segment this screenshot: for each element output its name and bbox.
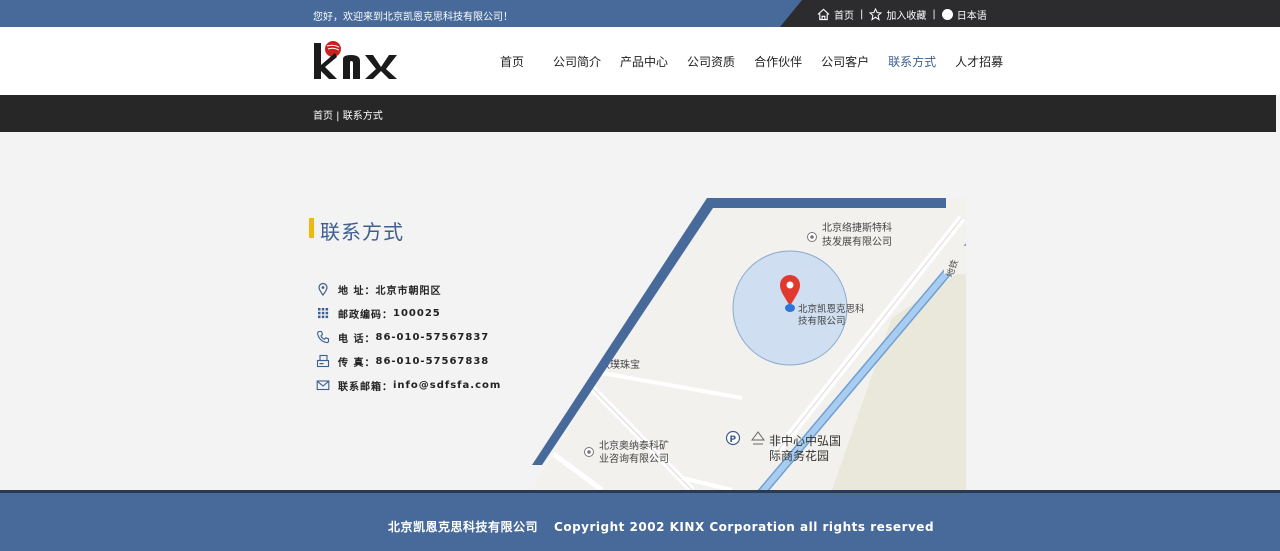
nav-home[interactable]: 首页 [500, 53, 524, 70]
address-value: 北京市朝阳区 [375, 285, 442, 297]
top-link-home[interactable]: 首页 [834, 7, 854, 22]
nav-products[interactable]: 产品中心 [620, 53, 668, 70]
footer-company: 北京凯恩克思科技有限公司 [388, 520, 539, 534]
logo[interactable] [313, 41, 413, 81]
footer: 北京凯恩克思科技有限公司 Copyright 2002 KINX Corporat… [0, 490, 1280, 551]
japanese-flag-icon [941, 9, 953, 20]
welcome-text: 您好，欢迎来到北京凯恩克思科技有限公司！ [313, 12, 513, 23]
breadcrumb-bar: 首页 | 联系方式 [0, 95, 1276, 132]
nav-partners[interactable]: 合作伙伴 [754, 53, 802, 70]
nav-clients[interactable]: 公司客户 [821, 53, 869, 70]
phone-icon [317, 330, 330, 344]
fax-value: 86-010-57567838 [375, 355, 490, 367]
map-label-garden: 非中心中弘国 [769, 433, 841, 448]
postcode-label: 邮政编码： [338, 309, 393, 321]
breadcrumb: 首页 | 联系方式 [313, 111, 383, 122]
footer-copyright: Copyright 2002 KINX Corporation all righ… [554, 520, 935, 534]
phone-label: 电 话： [338, 333, 376, 345]
contact-address: 地 址： 北京市朝阳区 [316, 277, 501, 301]
top-link-favorite[interactable]: 加入收藏 [886, 7, 926, 22]
contact-info: 地 址： 北京市朝阳区 邮政编码： 100025 电 话： 86-010-575… [316, 277, 501, 397]
grid-icon [318, 308, 329, 319]
nav-contact[interactable]: 联系方式 [888, 53, 936, 70]
location-map[interactable]: 北京络捷斯特科 技发展有限公司 北京凯恩克思科 技有限公司 秋璞珠宝 北京奥纳泰… [532, 198, 966, 490]
map-label-poi2: 北京奥纳泰科矿 [599, 439, 669, 452]
top-bar: 您好，欢迎来到北京凯恩克思科技有限公司！ 首页 | 加入收藏 | 日本语 [0, 0, 1280, 27]
phone-value: 86-010-57567837 [375, 331, 490, 343]
nav-qualifications[interactable]: 公司资质 [687, 53, 735, 70]
footer-text: 北京凯恩克思科技有限公司 Copyright 2002 KINX Corporat… [388, 518, 934, 535]
map-label-poi1: 北京络捷斯特科 [822, 221, 892, 234]
contact-postcode: 邮政编码： 100025 [316, 301, 501, 325]
fax-icon [316, 354, 330, 368]
contact-email: 联系邮箱： info@sdfsfa.com [316, 373, 501, 397]
contact-phone: 电 话： 86-010-57567837 [316, 325, 501, 349]
map-label-companyb: 技有限公司 [798, 315, 846, 327]
postcode-value: 100025 [393, 307, 441, 319]
nav-careers[interactable]: 人才招募 [955, 53, 1003, 70]
address-label: 地 址： [338, 285, 376, 297]
contact-fax: 传 真： 86-010-57567838 [316, 349, 501, 373]
top-link-japanese[interactable]: 日本语 [957, 7, 987, 22]
fax-label: 传 真： [338, 357, 376, 369]
map-label-poi1b: 技发展有限公司 [822, 235, 892, 248]
page-title: 联系方式 [309, 216, 404, 245]
star-icon [869, 8, 883, 21]
top-links: 首页 | 加入收藏 | 日本语 [817, 7, 987, 22]
mail-icon [316, 380, 330, 391]
svg-text:P: P [730, 435, 737, 445]
header: 首页 公司简介 产品中心 公司资质 合作伙伴 公司客户 联系方式 人才招募 [0, 27, 1280, 95]
map-label-company: 北京凯恩克思科 [798, 303, 865, 315]
map-label-gardenb: 际商务花园 [769, 448, 829, 463]
home-icon [817, 8, 830, 21]
email-value[interactable]: info@sdfsfa.com [393, 380, 501, 391]
main-nav: 首页 公司简介 产品中心 公司资质 合作伙伴 公司客户 联系方式 人才招募 [490, 53, 1022, 70]
map-label-poi2b: 业咨询有限公司 [599, 452, 669, 465]
email-label: 联系邮箱： [338, 381, 393, 393]
location-icon [318, 282, 328, 296]
map-canvas: 北京络捷斯特科 技发展有限公司 北京凯恩克思科 技有限公司 秋璞珠宝 北京奥纳泰… [532, 198, 966, 490]
nav-about[interactable]: 公司简介 [553, 53, 601, 70]
